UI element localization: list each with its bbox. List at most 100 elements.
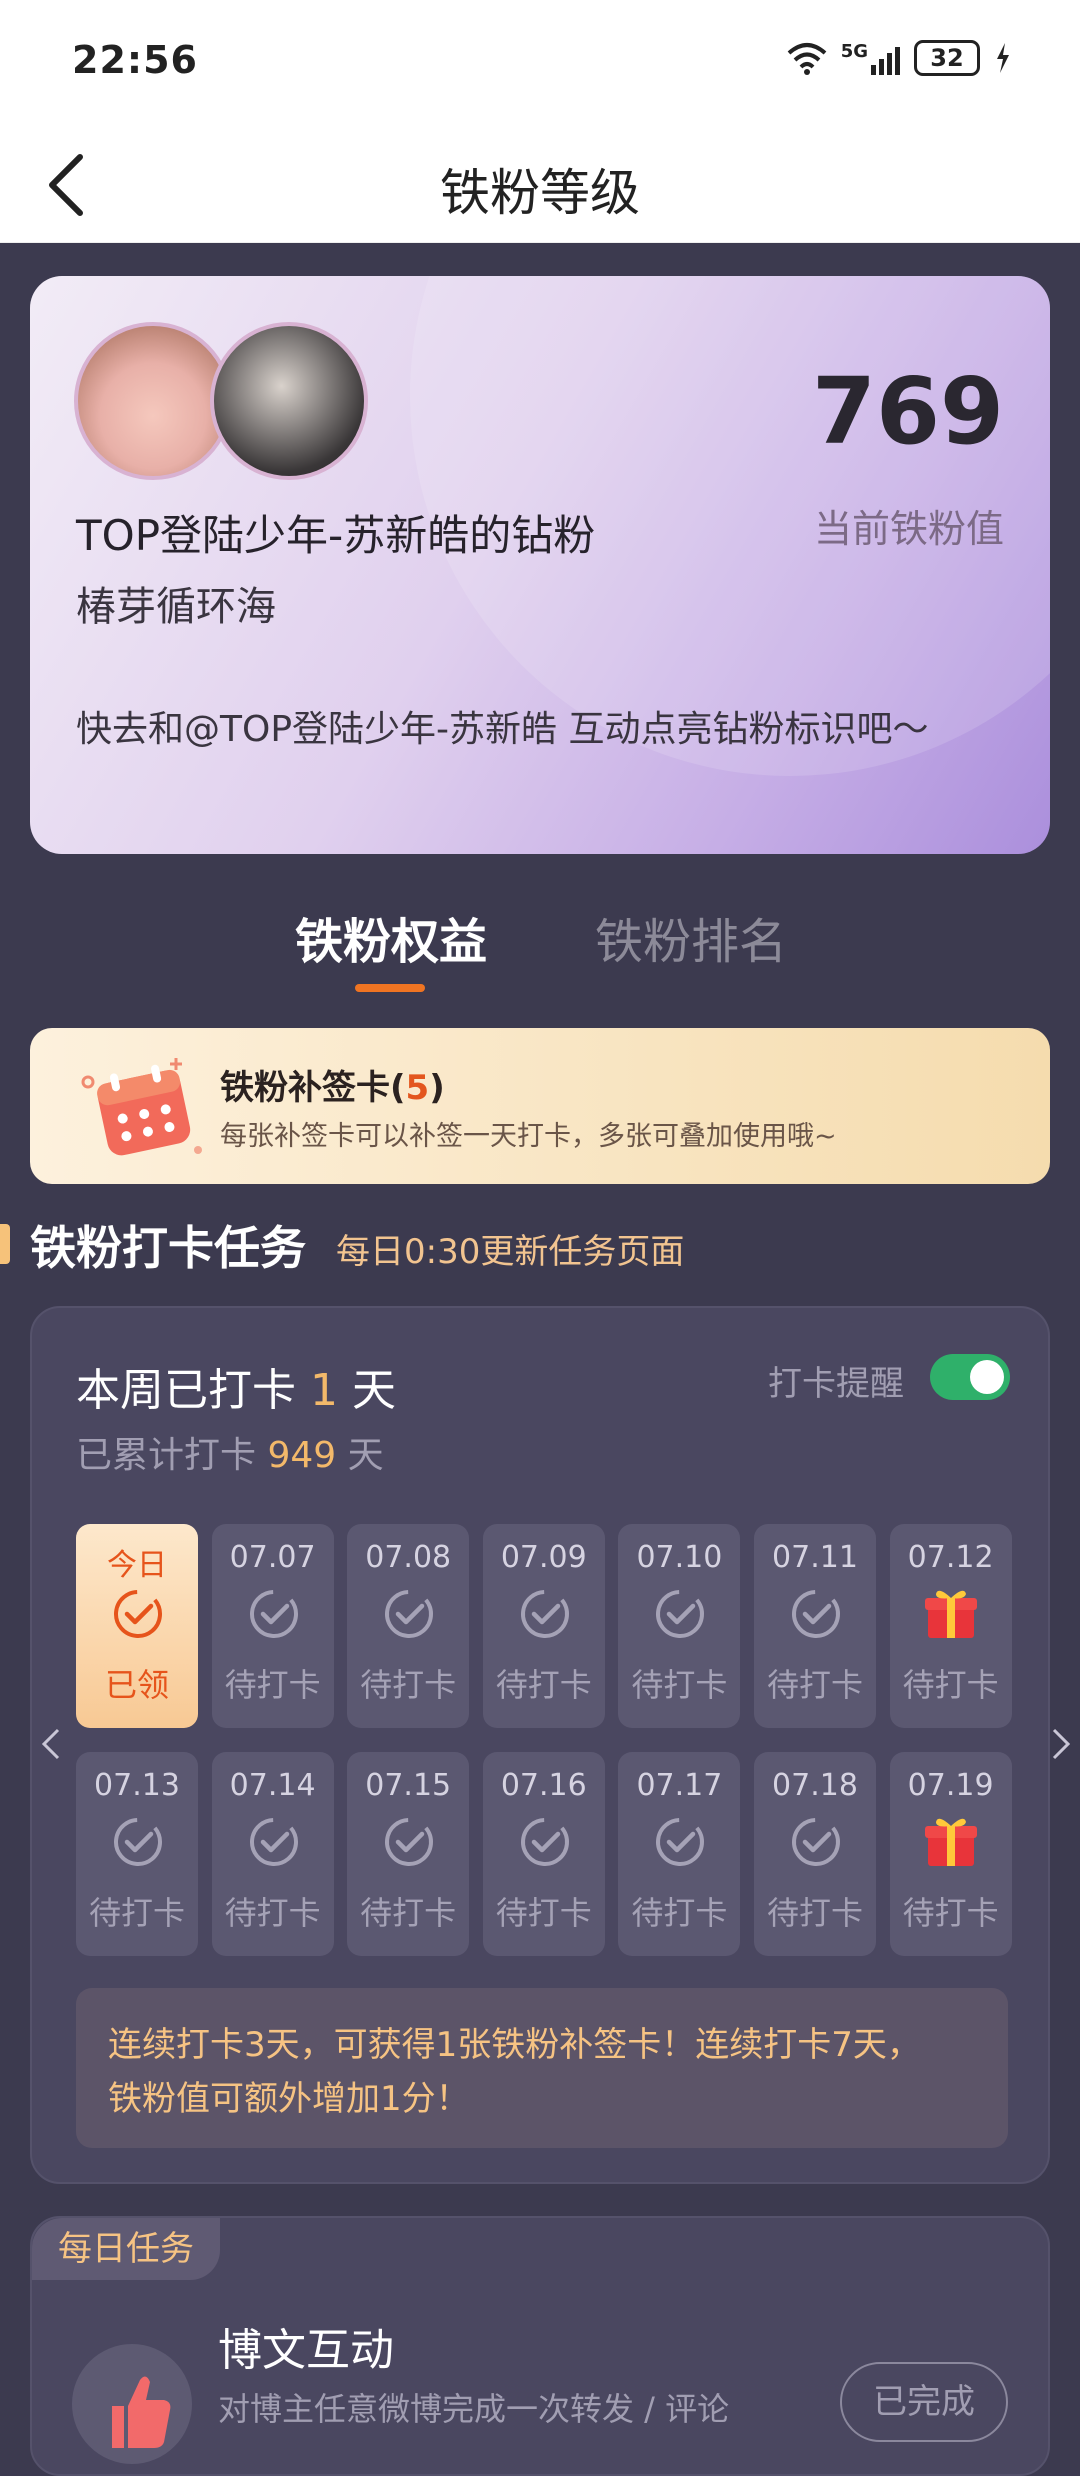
checkin-day-status: 待打卡 xyxy=(902,1666,999,1704)
chevron-right-icon[interactable] xyxy=(1048,1724,1074,1764)
supplement-card[interactable]: 铁粉补签卡(5) 每张补签卡可以补签一天打卡，多张可叠加使用哦~ xyxy=(30,1028,1050,1184)
checkin-day-status: 待打卡 xyxy=(495,1894,592,1932)
total-prefix: 已累计打卡 xyxy=(76,1435,257,1476)
week-checkin-count: 本周已打卡 1 天 xyxy=(76,1354,396,1418)
check-circle-icon xyxy=(519,1588,571,1640)
check-circle-icon xyxy=(654,1816,706,1868)
check-circle-icon xyxy=(112,1588,164,1640)
checkin-day-status: 待打卡 xyxy=(360,1666,457,1704)
idol-avatar[interactable] xyxy=(210,322,368,480)
days-row-2: 07.13 待打卡 07.14 待打卡 07.15 待打卡 07.16 待打卡 07.17 待打卡… xyxy=(76,1752,1012,1956)
checkin-day-status: 待打卡 xyxy=(495,1666,592,1704)
task-completed-button[interactable]: 已完成 xyxy=(840,2362,1008,2442)
fan-title: TOP登陆少年-苏新皓的钻粉 xyxy=(76,511,596,560)
checkin-day[interactable]: 07.12 待打卡 xyxy=(889,1524,1012,1728)
check-circle-icon xyxy=(654,1588,706,1640)
week-days: 1 xyxy=(310,1365,338,1416)
check-circle-icon xyxy=(519,1816,571,1868)
gift-icon xyxy=(922,1812,977,1866)
gift-icon xyxy=(922,1584,977,1638)
checkin-day-date: 07.13 xyxy=(94,1768,180,1803)
checkin-day[interactable]: 07.09 待打卡 xyxy=(482,1524,605,1728)
days-row-1: 今日 已领 07.07 待打卡 07.08 待打卡 07.09 待打卡 07.10 待打卡 07.1… xyxy=(76,1524,1012,1728)
streak-tip-line1: 连续打卡3天，可获得1张铁粉补签卡！连续打卡7天， xyxy=(108,2025,921,2065)
status-bar: 22:56 5G 32 xyxy=(0,0,1080,125)
check-circle-icon xyxy=(248,1588,300,1640)
checkin-day-status: 待打卡 xyxy=(224,1666,321,1704)
tab-fan-ranking[interactable]: 铁粉排名 xyxy=(595,902,787,972)
fan-profile-card: 769 当前铁粉值 TOP登陆少年-苏新皓的钻粉 椿芽循环海 快去和@TOP登陆… xyxy=(30,276,1050,854)
toggle-knob xyxy=(970,1360,1004,1394)
check-circle-icon xyxy=(790,1588,842,1640)
navigation-bar: 铁粉等级 xyxy=(0,125,1080,243)
checkin-day-date: 07.16 xyxy=(500,1768,587,1803)
supplement-title-text: 铁粉补签卡 xyxy=(220,1068,390,1108)
section-title: 铁粉打卡任务 xyxy=(30,1221,306,1275)
checkin-day-date: 07.09 xyxy=(500,1540,587,1575)
streak-tip: 连续打卡3天，可获得1张铁粉补签卡！连续打卡7天， 铁粉值可额外增加1分！ xyxy=(76,1988,1008,2148)
reminder-toggle[interactable] xyxy=(930,1354,1010,1400)
check-circle-icon xyxy=(248,1816,300,1868)
wifi-icon xyxy=(787,43,827,75)
checkin-section-header: 铁粉打卡任务 每日0:30更新任务页面 xyxy=(0,1210,1080,1280)
tab-indicator xyxy=(355,984,425,992)
checkin-day[interactable]: 07.11 待打卡 xyxy=(754,1524,876,1728)
checkin-day-date: 07.08 xyxy=(365,1540,452,1575)
checkin-day-status: 待打卡 xyxy=(360,1894,457,1932)
week-suffix: 天 xyxy=(352,1365,396,1416)
checkin-day-date: 07.17 xyxy=(636,1768,723,1803)
battery-icon: 32 xyxy=(914,40,980,76)
week-prefix: 本周已打卡 xyxy=(76,1365,296,1416)
tab-fan-rights[interactable]: 铁粉权益 xyxy=(295,902,487,972)
checkin-day[interactable]: 07.16 待打卡 xyxy=(482,1752,605,1956)
checkin-card: 本周已打卡 1 天 已累计打卡 949 天 打卡提醒 今日 已领 07.07 待打卡 0… xyxy=(30,1306,1050,2184)
checkin-day[interactable]: 07.13 待打卡 xyxy=(76,1752,198,1956)
check-circle-icon xyxy=(383,1816,435,1868)
total-days: 949 xyxy=(267,1435,337,1476)
checkin-day-status: 待打卡 xyxy=(224,1894,321,1932)
checkin-day-date: 07.07 xyxy=(229,1540,316,1575)
checkin-day[interactable]: 今日 已领 xyxy=(76,1524,198,1728)
fan-avatar[interactable] xyxy=(74,322,232,480)
checkin-day-date: 07.12 xyxy=(907,1540,994,1575)
fan-score: 769 xyxy=(811,358,1004,465)
checkin-day[interactable]: 07.18 待打卡 xyxy=(754,1752,876,1956)
checkin-day[interactable]: 07.17 待打卡 xyxy=(618,1752,741,1956)
check-circle-icon xyxy=(383,1588,435,1640)
checkin-day-date: 07.18 xyxy=(772,1768,858,1803)
status-icons: 5G 32 xyxy=(787,40,1012,76)
checkin-day-status: 已领 xyxy=(104,1666,169,1704)
checkin-day[interactable]: 07.19 待打卡 xyxy=(889,1752,1012,1956)
checkin-day-status: 待打卡 xyxy=(631,1894,728,1932)
check-circle-icon xyxy=(112,1816,164,1868)
checkin-day-status: 待打卡 xyxy=(902,1894,999,1932)
checkin-day[interactable]: 07.10 待打卡 xyxy=(618,1524,741,1728)
checkin-day-date: 07.19 xyxy=(907,1768,994,1803)
fan-tip: 快去和@TOP登陆少年-苏新皓 互动点亮钻粉标识吧～ xyxy=(76,709,929,750)
checkin-day-date: 07.14 xyxy=(229,1768,316,1803)
checkin-day[interactable]: 07.15 待打卡 xyxy=(347,1752,470,1956)
fan-score-label: 当前铁粉值 xyxy=(813,507,1004,551)
checkin-day-status: 待打卡 xyxy=(631,1666,728,1704)
network-type: 5G xyxy=(840,41,868,62)
total-checkin-count: 已累计打卡 949 天 xyxy=(76,1426,384,1478)
checkin-day[interactable]: 07.14 待打卡 xyxy=(211,1752,334,1956)
supplement-count: 5 xyxy=(405,1068,430,1108)
checkin-day-date: 07.15 xyxy=(365,1768,452,1803)
status-time: 22:56 xyxy=(72,38,198,82)
reminder-label: 打卡提醒 xyxy=(768,1364,904,1404)
checkin-day-date: 今日 xyxy=(107,1548,167,1583)
streak-tip-line2: 铁粉值可额外增加1分！ xyxy=(108,2079,470,2119)
chevron-left-icon[interactable] xyxy=(38,1724,64,1764)
section-accent-bar xyxy=(0,1224,10,1264)
checkin-day-date: 07.10 xyxy=(636,1540,723,1575)
section-subtitle: 每日0:30更新任务页面 xyxy=(336,1232,685,1272)
task-title: 博文互动 xyxy=(218,2325,394,2376)
charging-icon xyxy=(997,43,1009,73)
fan-nickname: 椿芽循环海 xyxy=(76,584,276,630)
calendar-icon xyxy=(81,1058,202,1156)
checkin-day[interactable]: 07.08 待打卡 xyxy=(347,1524,470,1728)
daily-task-tag: 每日任务 xyxy=(32,2218,220,2280)
total-suffix: 天 xyxy=(347,1435,384,1476)
checkin-day[interactable]: 07.07 待打卡 xyxy=(211,1524,334,1728)
